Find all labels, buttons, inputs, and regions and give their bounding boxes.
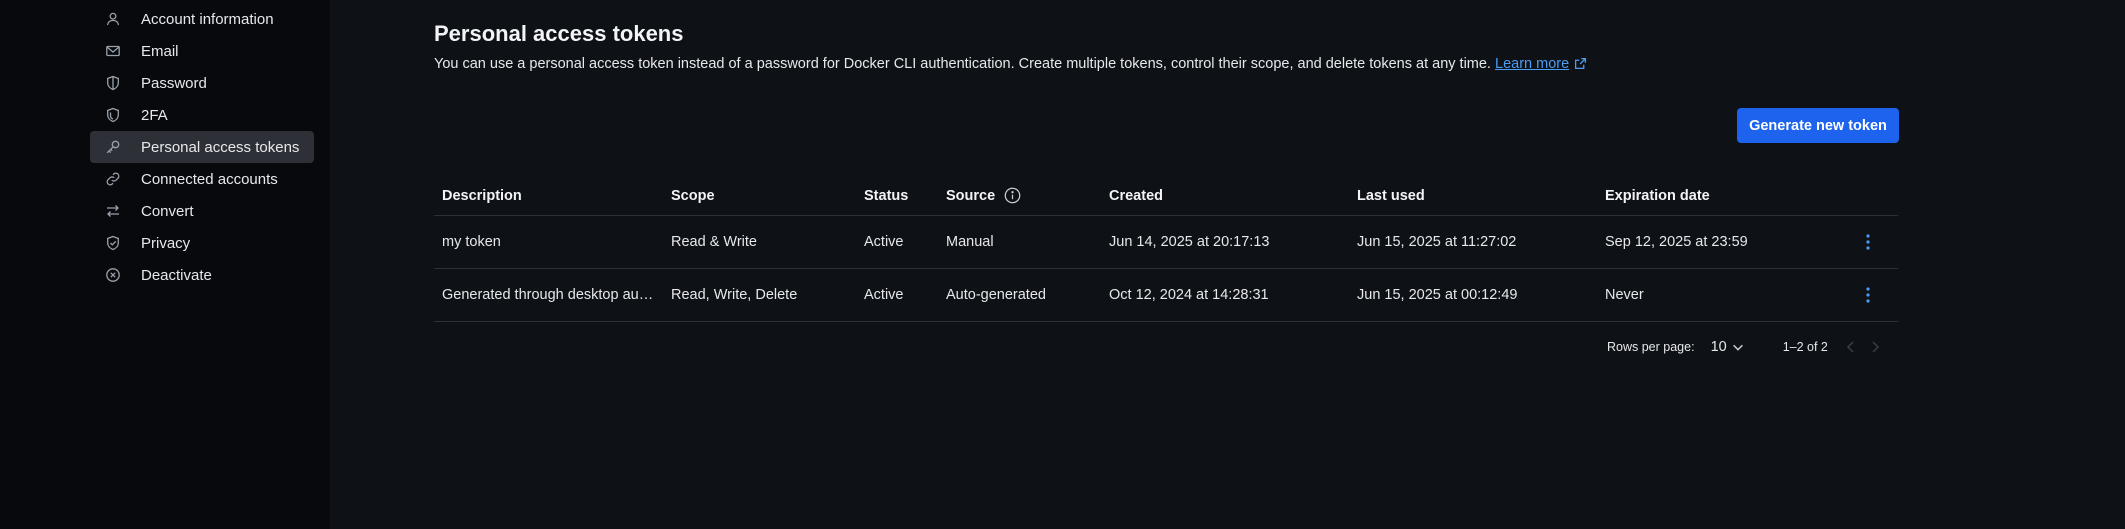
circle-x-icon xyxy=(105,267,121,283)
app-layout: Account information Email Password 2FA P… xyxy=(0,0,2125,529)
previous-page-button[interactable] xyxy=(1846,341,1856,353)
column-header-expiration-date[interactable]: Expiration date xyxy=(1605,188,1838,204)
cell-expiration-date: Never xyxy=(1605,287,1644,303)
chevron-left-icon xyxy=(1846,341,1854,353)
page-title: Personal access tokens xyxy=(434,21,684,46)
cell-actions xyxy=(1838,283,1898,307)
cell-source: Manual xyxy=(946,234,994,250)
sidebar-item-email[interactable]: Email xyxy=(90,35,314,67)
sidebar-item-deactivate[interactable]: Deactivate xyxy=(90,259,314,291)
chevron-down-icon xyxy=(1732,344,1743,351)
sidebar-item-2fa[interactable]: 2FA xyxy=(90,99,314,131)
shield-icon xyxy=(105,75,121,91)
chevron-right-icon xyxy=(1872,341,1879,353)
column-header-description[interactable]: Description xyxy=(434,188,671,204)
cell-source: Auto-generated xyxy=(946,287,1046,303)
main-content: Personal access tokens You can use a per… xyxy=(330,0,2125,529)
cell-status: Active xyxy=(864,234,904,250)
shield-check-icon xyxy=(105,235,121,251)
tokens-table: Description Scope Status Source Created … xyxy=(434,176,1898,322)
column-header-source[interactable]: Source xyxy=(946,187,1109,204)
learn-more-link[interactable]: Learn more xyxy=(1495,56,1587,72)
column-header-status[interactable]: Status xyxy=(864,188,946,204)
cell-last-used: Jun 15, 2025 at 00:12:49 xyxy=(1357,287,1518,303)
sidebar-item-password[interactable]: Password xyxy=(90,67,314,99)
pagination-range: 1–2 of 2 xyxy=(1782,340,1828,354)
external-link-icon xyxy=(1575,57,1587,70)
cell-expiration-date: Sep 12, 2025 at 23:59 xyxy=(1605,234,1748,250)
user-icon xyxy=(105,11,121,27)
cell-description: my token xyxy=(442,234,501,250)
cell-description: Generated through desktop auth… xyxy=(442,287,666,303)
sidebar-item-label: Convert xyxy=(141,202,194,220)
column-header-created[interactable]: Created xyxy=(1109,188,1357,204)
table-pagination: Rows per page: 10 1–2 of 2 xyxy=(1607,339,1880,355)
cell-scope: Read, Write, Delete xyxy=(671,287,798,303)
info-icon[interactable] xyxy=(1004,187,1021,204)
next-page-button[interactable] xyxy=(1870,341,1880,353)
column-header-scope[interactable]: Scope xyxy=(671,188,864,204)
sidebar-item-label: Password xyxy=(141,74,207,92)
column-header-source-label: Source xyxy=(946,187,996,204)
mail-icon xyxy=(105,43,121,59)
link-icon xyxy=(105,171,121,187)
rows-per-page-label: Rows per page: xyxy=(1607,340,1695,354)
rows-per-page-select[interactable]: 10 xyxy=(1711,339,1745,355)
cell-scope: Read & Write xyxy=(671,234,757,250)
sidebar-item-label: Deactivate xyxy=(141,266,212,284)
cell-last-used: Jun 15, 2025 at 11:27:02 xyxy=(1357,234,1517,250)
sidebar-item-connected-accounts[interactable]: Connected accounts xyxy=(90,163,314,195)
generate-new-token-button[interactable]: Generate new token xyxy=(1737,108,1899,143)
sidebar-item-label: Email xyxy=(141,42,179,60)
page-description: You can use a personal access token inst… xyxy=(434,56,1587,72)
column-header-last-used[interactable]: Last used xyxy=(1357,188,1605,204)
cell-actions xyxy=(1838,230,1898,254)
cell-created: Oct 12, 2024 at 14:28:31 xyxy=(1109,287,1269,303)
sidebar-item-label: Connected accounts xyxy=(141,170,278,188)
sidebar-item-account-information[interactable]: Account information xyxy=(90,3,314,35)
more-options-icon[interactable] xyxy=(1856,230,1880,254)
cell-created: Jun 14, 2025 at 20:17:13 xyxy=(1109,234,1270,250)
table-header-row: Description Scope Status Source Created … xyxy=(434,176,1898,216)
convert-arrows-icon xyxy=(105,203,121,219)
cell-status: Active xyxy=(864,287,904,303)
sidebar-item-label: Personal access tokens xyxy=(141,138,300,156)
sidebar-item-label: Privacy xyxy=(141,234,191,252)
more-options-icon[interactable] xyxy=(1856,283,1880,307)
sidebar-item-label: 2FA xyxy=(141,106,168,124)
sidebar-item-label: Account information xyxy=(141,10,274,28)
shield-2fa-icon xyxy=(105,107,121,123)
learn-more-label: Learn more xyxy=(1495,56,1570,72)
sidebar-item-convert[interactable]: Convert xyxy=(90,195,314,227)
rows-per-page-value: 10 xyxy=(1710,339,1727,355)
table-row: Generated through desktop auth… Read, Wr… xyxy=(434,269,1898,322)
description-text: You can use a personal access token inst… xyxy=(434,56,1491,72)
key-icon xyxy=(105,139,121,155)
settings-sidebar: Account information Email Password 2FA P… xyxy=(0,0,330,529)
sidebar-item-privacy[interactable]: Privacy xyxy=(90,227,314,259)
table-row: my token Read & Write Active Manual Jun … xyxy=(434,216,1898,269)
sidebar-item-personal-access-tokens[interactable]: Personal access tokens xyxy=(90,131,314,163)
